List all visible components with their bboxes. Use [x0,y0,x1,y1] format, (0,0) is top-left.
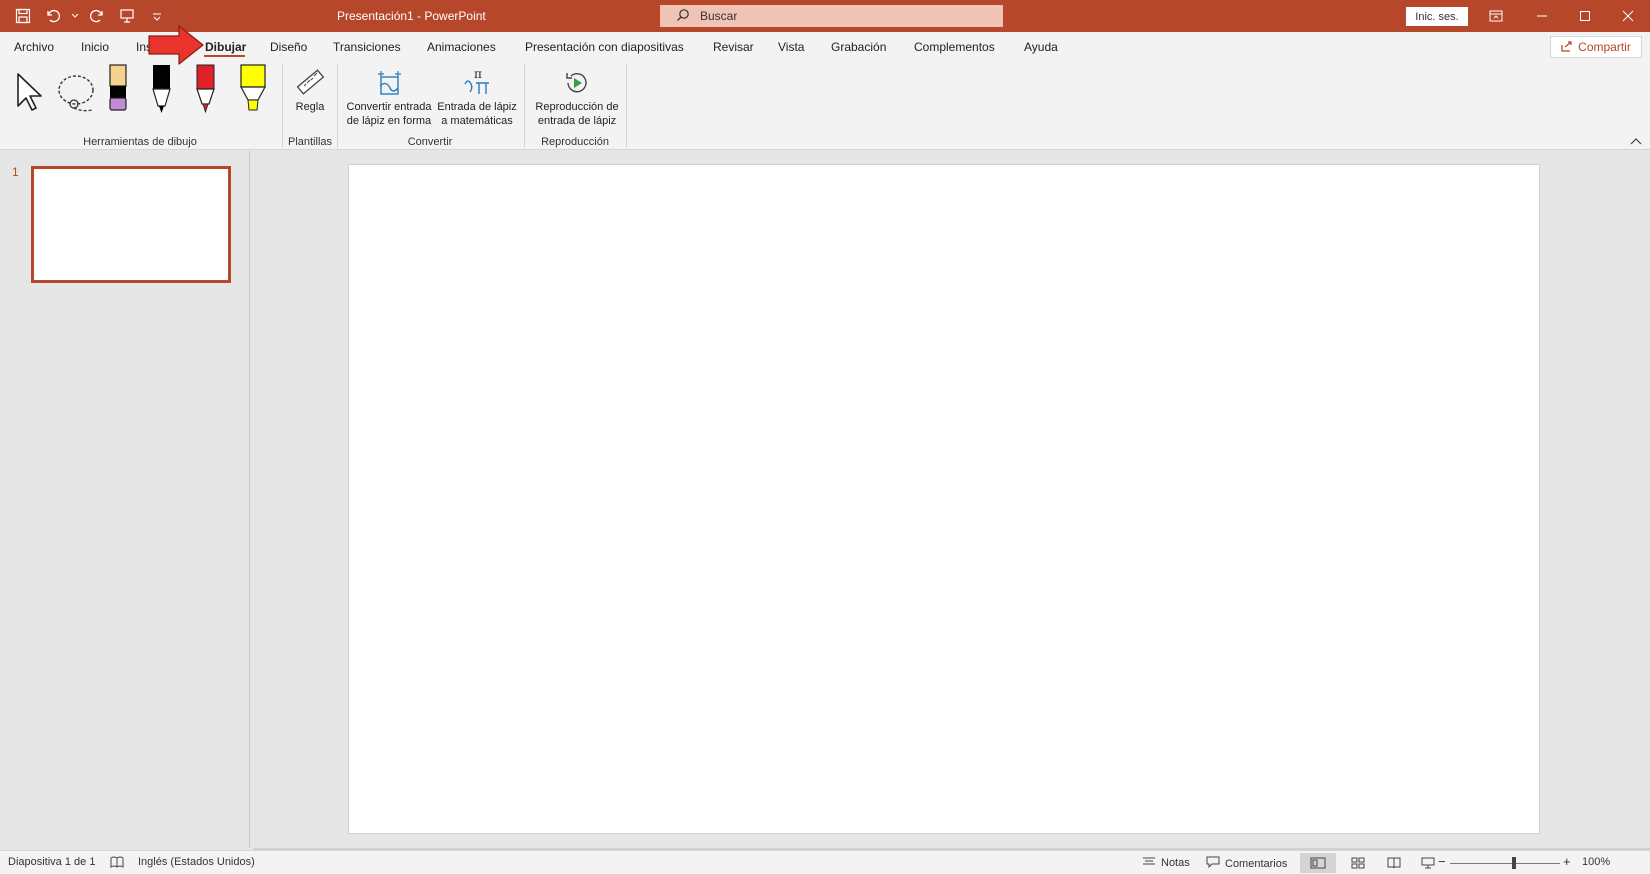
share-button[interactable]: Compartir [1550,36,1642,58]
tab-presentacion[interactable]: Presentación con diapositivas [525,40,684,54]
ink-to-shape-label-2: de lápiz en forma [346,115,432,127]
ink-replay-label-1: Reproducción de [535,101,619,113]
ink-to-shape-label-1: Convertir entrada [346,101,432,113]
undo-icon[interactable] [40,3,66,29]
ruler-button[interactable]: Regla [288,64,332,114]
ink-replay-button[interactable]: Reproducción de entrada de lápiz [530,64,624,128]
slide-thumbnail-pane: 1 [0,151,250,848]
lasso-select-icon[interactable] [54,72,98,117]
search-label: Buscar [700,9,738,23]
group-label-drawing-tools: Herramientas de dibujo [83,136,197,148]
close-icon[interactable] [1606,0,1650,32]
search-box[interactable]: Buscar [660,5,1003,27]
accessibility-icon[interactable] [110,856,124,868]
status-bar: Diapositiva 1 de 1 Inglés (Estados Unido… [0,850,1650,874]
ink-to-shape-button[interactable]: Convertir entrada de lápiz en forma [344,64,434,128]
eraser-pen-icon[interactable] [108,64,130,117]
minimize-icon[interactable] [1520,0,1564,32]
comments-button[interactable]: Comentarios [1206,856,1287,871]
zoom-out-button[interactable]: − [1438,854,1446,869]
sign-in-button[interactable]: Inic. ses. [1406,7,1468,26]
group-separator [626,64,627,148]
search-icon [676,8,690,25]
ribbon-panel: Herramientas de dibujo Regla Plantillas … [0,62,1650,150]
start-presentation-icon[interactable] [114,3,140,29]
notes-label: Notas [1161,856,1190,869]
tab-dibujar[interactable]: Dibujar [205,40,246,54]
maximize-icon[interactable] [1563,0,1607,32]
ruler-icon [288,64,332,98]
title-bar: Presentación1 - PowerPoint Buscar Inic. … [0,0,1650,32]
ink-to-math-label-1: Entrada de lápiz [437,101,517,113]
undo-dropdown-icon[interactable] [70,3,80,29]
group-label-templates: Plantillas [287,136,333,148]
reading-view-icon[interactable] [1376,853,1412,873]
slide-sorter-icon[interactable] [1340,853,1376,873]
redo-icon[interactable] [84,3,110,29]
tab-revisar[interactable]: Revisar [713,40,754,54]
language-label[interactable]: Inglés (Estados Unidos) [138,856,255,868]
group-separator [337,64,338,148]
svg-text:π: π [474,67,482,81]
ink-to-math-button[interactable]: π Entrada de lápiz a matemáticas [434,64,520,128]
window-title: Presentación1 - PowerPoint [337,9,486,23]
tab-vista[interactable]: Vista [778,40,804,54]
collapse-ribbon-icon[interactable] [1630,134,1642,148]
tab-grabacion[interactable]: Grabación [831,40,886,54]
ribbon-display-options-icon[interactable] [1474,0,1518,32]
zoom-in-button[interactable]: + [1563,854,1571,869]
group-separator [282,64,283,148]
tab-archivo[interactable]: Archivo [14,40,54,54]
tab-animaciones[interactable]: Animaciones [427,40,496,54]
comments-label: Comentarios [1225,857,1288,870]
quick-access-toolbar [10,0,170,32]
group-label-convert: Convertir [407,136,453,148]
ink-to-math-icon: π [434,64,520,98]
slide-info: Diapositiva 1 de 1 [8,856,96,868]
ink-replay-label-2: entrada de lápiz [537,115,617,127]
comments-icon [1206,856,1220,871]
zoom-level[interactable]: 100% [1582,856,1610,868]
tab-transiciones[interactable]: Transiciones [333,40,401,54]
tab-inicio[interactable]: Inicio [81,40,109,54]
slide-editing-pane [251,151,1650,848]
slide-thumbnail[interactable] [31,166,231,283]
yellow-highlighter-icon[interactable] [238,64,268,117]
zoom-slider-thumb[interactable] [1512,857,1516,869]
active-tab-indicator [204,55,245,57]
ink-to-shape-icon [344,64,434,98]
group-separator [524,64,525,148]
tab-ayuda[interactable]: Ayuda [1024,40,1058,54]
share-icon [1561,40,1573,55]
normal-view-icon[interactable] [1300,853,1336,873]
ink-replay-icon [530,64,624,98]
save-icon[interactable] [10,3,36,29]
group-label-replay: Reproducción [541,136,609,148]
notes-button[interactable]: Notas [1142,856,1190,869]
red-pen-icon[interactable] [195,64,217,117]
zoom-slider[interactable] [1450,863,1560,864]
share-label: Compartir [1578,40,1631,54]
slide-canvas[interactable] [348,164,1540,834]
annotation-arrow-icon [147,24,205,69]
ink-to-math-label-2: a matemáticas [441,115,513,127]
select-arrow-icon[interactable] [14,72,44,115]
tab-diseno[interactable]: Diseño [270,40,307,54]
notes-icon [1142,856,1156,869]
black-pen-icon[interactable] [151,64,173,117]
ribbon-tab-bar: Archivo Inicio Insertar Dibujar Diseño T… [0,32,1650,62]
ruler-label: Regla [295,101,325,113]
slide-number: 1 [12,165,19,179]
tab-complementos[interactable]: Complementos [914,40,995,54]
